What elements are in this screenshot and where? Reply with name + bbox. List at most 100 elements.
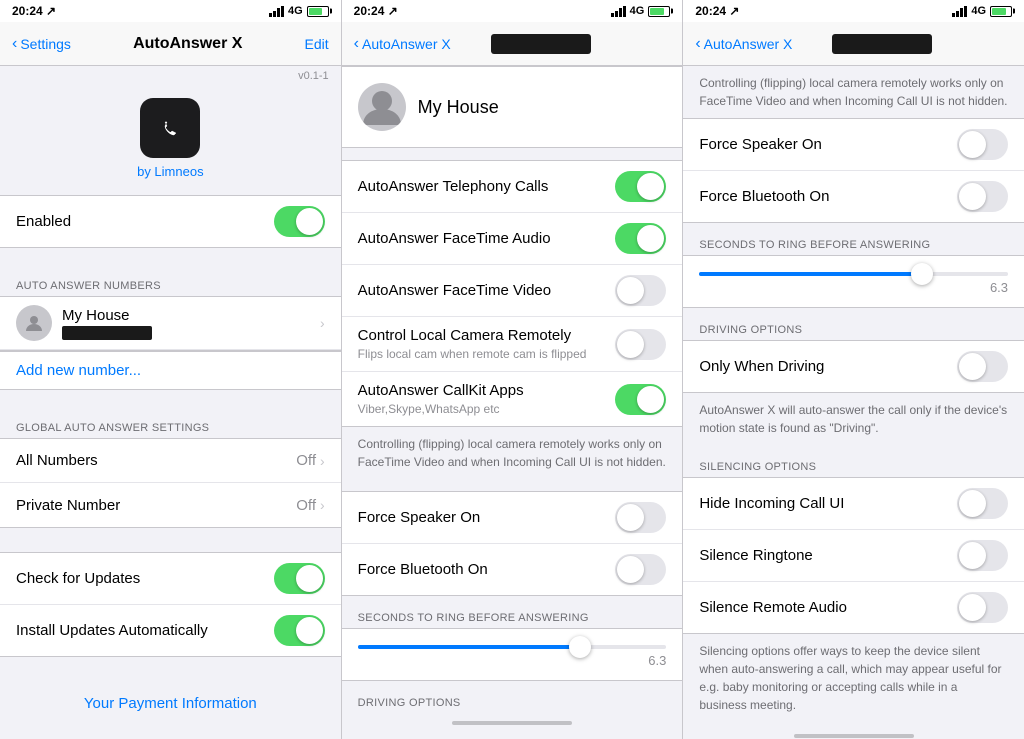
enabled-toggle[interactable] bbox=[274, 206, 325, 237]
silence-ringtone-row: Silence Ringtone bbox=[683, 530, 1024, 582]
all-numbers-chevron: › bbox=[320, 453, 325, 469]
status-bar-panel1: 20:24 ↗ 4G bbox=[0, 0, 342, 22]
panel1-content: v0.1-1 by Limneos Enabled AUTO bbox=[0, 66, 341, 739]
back-button-panel2[interactable]: ‹ AutoAnswer X bbox=[354, 35, 451, 53]
network-label-2: 4G bbox=[630, 5, 645, 17]
profile-name: My House bbox=[418, 97, 499, 118]
panels-wrapper: ‹ Settings AutoAnswer X Edit v0.1-1 by L… bbox=[0, 22, 1024, 739]
silencing-group: Hide Incoming Call UI Silence Ringtone S… bbox=[683, 477, 1024, 634]
home-indicator-3 bbox=[794, 734, 914, 738]
auto-answer-group: My House › bbox=[0, 296, 341, 351]
check-updates-label: Check for Updates bbox=[16, 570, 274, 587]
status-icons-panel3: 4G bbox=[952, 5, 1012, 17]
silence-remote-label: Silence Remote Audio bbox=[699, 599, 957, 616]
phone-icon bbox=[152, 110, 188, 146]
force-bluetooth-row-p3: Force Bluetooth On bbox=[683, 171, 1024, 222]
status-icons-panel2: 4G bbox=[611, 5, 671, 17]
force-speaker-toggle-p2[interactable] bbox=[615, 502, 666, 533]
nav-bar-panel2: ‹ AutoAnswer X bbox=[342, 22, 683, 66]
app-developer: by Limneos bbox=[137, 164, 203, 179]
facetime-video-toggle[interactable] bbox=[615, 275, 666, 306]
app-icon-section: by Limneos bbox=[0, 82, 341, 195]
auto-updates-label: Install Updates Automatically bbox=[16, 622, 274, 639]
slider-track-p3[interactable] bbox=[699, 272, 1008, 276]
all-numbers-row[interactable]: All Numbers Off › bbox=[0, 439, 341, 483]
panel-1: ‹ Settings AutoAnswer X Edit v0.1-1 by L… bbox=[0, 22, 342, 739]
enabled-row: Enabled bbox=[0, 196, 341, 247]
contact-info: My House bbox=[62, 307, 320, 340]
slider-fill-p2 bbox=[358, 645, 580, 649]
callkit-sublabel: Viber,Skype,WhatsApp etc bbox=[358, 402, 616, 416]
camera-info-text: Controlling (flipping) local camera remo… bbox=[342, 427, 683, 479]
panel3-content: Controlling (flipping) local camera remo… bbox=[683, 66, 1024, 739]
add-number-link[interactable]: Add new number... bbox=[0, 351, 341, 390]
telephony-label: AutoAnswer Telephony Calls bbox=[358, 178, 549, 195]
silence-ringtone-toggle[interactable] bbox=[957, 540, 1008, 571]
nav-bar-panel3: ‹ AutoAnswer X bbox=[683, 22, 1024, 66]
home-indicator-2 bbox=[452, 721, 572, 725]
back-button-panel3[interactable]: ‹ AutoAnswer X bbox=[695, 35, 792, 53]
hide-call-ui-row: Hide Incoming Call UI bbox=[683, 478, 1024, 530]
back-label-panel3: AutoAnswer X bbox=[704, 36, 793, 52]
row-chevron-icon: › bbox=[320, 315, 325, 331]
hide-call-ui-toggle[interactable] bbox=[957, 488, 1008, 519]
status-bar-panel2: 20:24 ↗ 4G bbox=[342, 0, 684, 22]
facetime-audio-row: AutoAnswer FaceTime Audio bbox=[342, 213, 683, 265]
force-bluetooth-toggle-p2[interactable] bbox=[615, 554, 666, 585]
silence-remote-row: Silence Remote Audio bbox=[683, 582, 1024, 633]
force-bluetooth-toggle-p3[interactable] bbox=[957, 181, 1008, 212]
nav-redacted-panel3 bbox=[832, 34, 932, 54]
check-updates-row: Check for Updates bbox=[0, 553, 341, 605]
panel-3: ‹ AutoAnswer X Controlling (flipping) lo… bbox=[683, 22, 1024, 739]
local-camera-row: Control Local Camera Remotely Flips loca… bbox=[342, 317, 683, 372]
force-bluetooth-row-p2: Force Bluetooth On bbox=[342, 544, 683, 595]
payment-link[interactable]: Your Payment Information bbox=[0, 681, 341, 726]
slider-thumb-p2[interactable] bbox=[569, 636, 591, 658]
only-driving-toggle[interactable] bbox=[957, 351, 1008, 382]
only-driving-row: Only When Driving bbox=[683, 341, 1024, 392]
app-icon bbox=[140, 98, 200, 158]
status-icons-panel1: 4G bbox=[269, 5, 329, 17]
network-label: 4G bbox=[288, 5, 303, 17]
enabled-label: Enabled bbox=[16, 213, 274, 230]
slider-section-label-p2: SECONDS TO RING BEFORE ANSWERING bbox=[342, 596, 683, 628]
back-button-panel1[interactable]: ‹ Settings bbox=[12, 35, 71, 53]
force-group-panel3: Force Speaker On Force Bluetooth On bbox=[683, 118, 1024, 223]
contact-name: My House bbox=[62, 307, 320, 324]
auto-answer-section-label: AUTO ANSWER NUMBERS bbox=[0, 272, 341, 296]
chevron-left-icon: ‹ bbox=[12, 35, 17, 53]
force-speaker-row-p2: Force Speaker On bbox=[342, 492, 683, 544]
status-bars-row: 20:24 ↗ 4G 20:24 ↗ 4G 20:24 ↗ 4G bbox=[0, 0, 1024, 22]
profile-row[interactable]: My House bbox=[342, 66, 683, 148]
all-numbers-value: Off bbox=[296, 452, 316, 469]
info-text-top-p3: Controlling (flipping) local camera remo… bbox=[683, 66, 1024, 118]
panel-2: ‹ AutoAnswer X My House AutoAnsw bbox=[342, 22, 684, 739]
battery-icon-2 bbox=[648, 6, 670, 17]
local-camera-toggle[interactable] bbox=[615, 329, 666, 360]
callkit-toggle[interactable] bbox=[615, 384, 666, 415]
private-number-value: Off bbox=[296, 497, 316, 514]
slider-track-p2[interactable] bbox=[358, 645, 667, 649]
back-label-panel1: Settings bbox=[20, 36, 71, 52]
force-bluetooth-label-p3: Force Bluetooth On bbox=[699, 188, 957, 205]
autoanswer-settings-group: AutoAnswer Telephony Calls AutoAnswer Fa… bbox=[342, 160, 683, 427]
signal-icon bbox=[269, 6, 284, 17]
edit-button[interactable]: Edit bbox=[305, 36, 329, 52]
facetime-audio-toggle[interactable] bbox=[615, 223, 666, 254]
check-updates-toggle[interactable] bbox=[274, 563, 325, 594]
callkit-row: AutoAnswer CallKit Apps Viber,Skype,What… bbox=[342, 372, 683, 426]
force-group-panel2: Force Speaker On Force Bluetooth On bbox=[342, 491, 683, 596]
force-speaker-toggle-p3[interactable] bbox=[957, 129, 1008, 160]
auto-updates-toggle[interactable] bbox=[274, 615, 325, 646]
slider-value-p2: 6.3 bbox=[358, 653, 667, 668]
back-label-panel2: AutoAnswer X bbox=[362, 36, 451, 52]
private-number-row[interactable]: Private Number Off › bbox=[0, 483, 341, 527]
slider-thumb-p3[interactable] bbox=[911, 263, 933, 285]
telephony-toggle[interactable] bbox=[615, 171, 666, 202]
silence-remote-toggle[interactable] bbox=[957, 592, 1008, 623]
contact-number-redacted bbox=[62, 326, 152, 340]
time-panel3: 20:24 ↗ bbox=[695, 4, 739, 18]
contact-row[interactable]: My House › bbox=[0, 297, 341, 350]
private-number-label: Private Number bbox=[16, 497, 296, 514]
enabled-group: Enabled bbox=[0, 195, 341, 248]
